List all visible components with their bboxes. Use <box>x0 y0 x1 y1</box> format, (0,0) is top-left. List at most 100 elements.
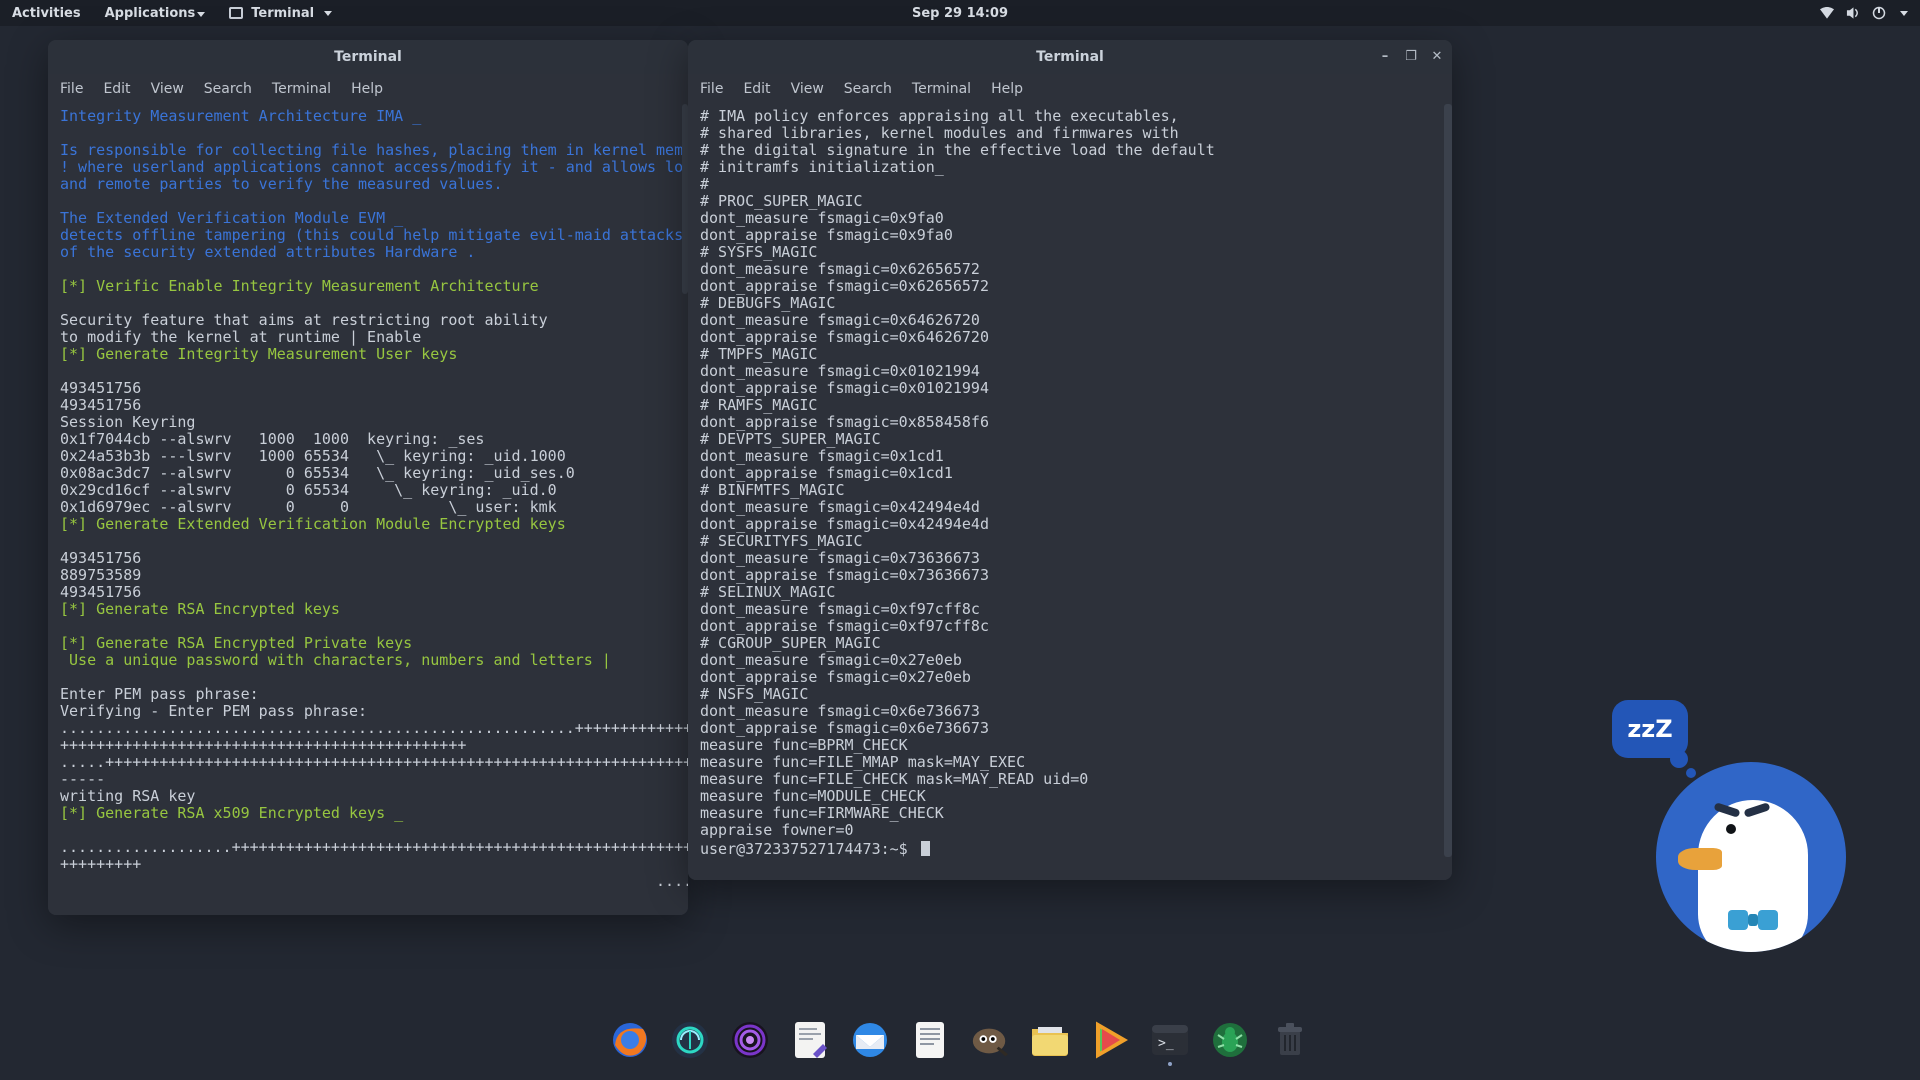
menu-file[interactable]: File <box>60 81 83 97</box>
activities-button[interactable]: Activities <box>12 6 81 21</box>
terminal-output[interactable]: # IMA policy enforces appraising all the… <box>688 104 1452 880</box>
term-line: writing RSA key <box>60 787 195 805</box>
term-line: dont_measure fsmagic=0x1cd1 <box>700 447 944 465</box>
menu-search[interactable]: Search <box>844 81 892 97</box>
dock-trash[interactable] <box>1270 1020 1310 1060</box>
term-line: # SELINUX_MAGIC <box>700 583 835 601</box>
chevron-down-icon[interactable] <box>1900 11 1908 16</box>
term-line: dont_appraise fsmagic=0x73636673 <box>700 566 989 584</box>
dash-dock: >_ <box>596 1012 1324 1068</box>
term-line: ...................+++++++++++++++++++++… <box>60 838 688 856</box>
menu-file[interactable]: File <box>700 81 723 97</box>
dock-tor-connect[interactable] <box>670 1020 710 1060</box>
menu-help[interactable]: Help <box>991 81 1023 97</box>
minimize-button[interactable]: – <box>1378 50 1392 64</box>
term-line: to modify the kernel at runtime | Enable <box>60 328 421 346</box>
applications-menu[interactable]: Applications <box>105 6 206 21</box>
chevron-down-icon <box>197 12 205 17</box>
menu-edit[interactable]: Edit <box>743 81 770 97</box>
dock-tor-browser[interactable] <box>730 1020 770 1060</box>
duck-bowtie-icon <box>1728 910 1778 930</box>
menu-view[interactable]: View <box>151 81 184 97</box>
window-titlebar[interactable]: Terminal – ❐ ✕ <box>688 40 1452 74</box>
menu-terminal[interactable]: Terminal <box>272 81 331 97</box>
terminal-app-icon <box>229 7 243 19</box>
term-line: dont_appraise fsmagic=0x27e0eb <box>700 668 971 686</box>
term-line: [*] Generate RSA Encrypted Private keys <box>60 634 412 652</box>
dock-media[interactable] <box>1090 1020 1130 1060</box>
dock-thunderbird[interactable] <box>850 1020 890 1060</box>
term-line: dont_measure fsmagic=0x62656572 <box>700 260 980 278</box>
term-line: ........................................… <box>60 719 688 737</box>
menu-edit[interactable]: Edit <box>103 81 130 97</box>
term-line: # IMA policy enforces appraising all the… <box>700 107 1179 125</box>
terminal-output[interactable]: Integrity Measurement Architecture IMA _… <box>48 104 688 915</box>
term-line: [*] Generate RSA x509 Encrypted keys _ <box>60 804 403 822</box>
snooze-text: zzZ <box>1627 715 1672 743</box>
clock[interactable]: Sep 29 14:09 <box>912 6 1008 21</box>
duck-circle-icon <box>1656 762 1846 952</box>
term-line: dont_appraise fsmagic=0x01021994 <box>700 379 989 397</box>
duck-pupil-icon <box>1726 824 1736 834</box>
volume-icon[interactable] <box>1846 6 1860 20</box>
shell-prompt: user@372337527174473:~$ <box>700 840 917 858</box>
term-line: +++++++++ <box>60 855 141 873</box>
applications-label: Applications <box>105 6 196 21</box>
dock-bug-report[interactable] <box>1210 1020 1250 1060</box>
term-line: # DEBUGFS_MAGIC <box>700 294 835 312</box>
current-app-label: Terminal <box>251 6 314 21</box>
menu-view[interactable]: View <box>791 81 824 97</box>
term-line: ----- <box>60 770 105 788</box>
close-button[interactable]: ✕ <box>1430 50 1444 64</box>
dock-firefox[interactable] <box>610 1020 650 1060</box>
term-line: # the digital signature in the effective… <box>700 141 1215 159</box>
dock-files[interactable] <box>1030 1020 1070 1060</box>
power-icon[interactable] <box>1872 6 1886 20</box>
term-line: dont_appraise fsmagic=0x62656572 <box>700 277 989 295</box>
term-line: measure func=MODULE_CHECK <box>700 787 926 805</box>
menu-help[interactable]: Help <box>351 81 383 97</box>
window-titlebar[interactable]: Terminal <box>48 40 688 74</box>
term-line: # TMPFS_MAGIC <box>700 345 817 363</box>
term-line: dont_measure fsmagic=0x9fa0 <box>700 209 944 227</box>
term-line: measure func=FILE_CHECK mask=MAY_READ ui… <box>700 770 1088 788</box>
term-line: # BINFMTFS_MAGIC <box>700 481 845 499</box>
term-line: 493451756 <box>60 583 141 601</box>
dock-documents[interactable] <box>910 1020 950 1060</box>
term-line: measure func=FIRMWARE_CHECK <box>700 804 944 822</box>
dock-terminal[interactable]: >_ <box>1150 1020 1190 1060</box>
dock-text-editor[interactable] <box>790 1020 830 1060</box>
current-app-menu[interactable]: Terminal <box>229 6 332 21</box>
dock-gimp[interactable] <box>970 1020 1010 1060</box>
term-line: and remote parties to verify the measure… <box>60 175 503 193</box>
term-line: dont_appraise fsmagic=0x6e736673 <box>700 719 989 737</box>
network-icon[interactable] <box>1820 6 1834 20</box>
term-line: dont_measure fsmagic=0xf97cff8c <box>700 600 980 618</box>
term-line: # <box>700 175 709 193</box>
term-line: dont_appraise fsmagic=0x9fa0 <box>700 226 953 244</box>
menu-search[interactable]: Search <box>204 81 252 97</box>
term-line: # RAMFS_MAGIC <box>700 396 817 414</box>
term-line: [*] Verific Enable Integrity Measurement… <box>60 277 539 295</box>
term-line: 0x29cd16cf --alswrv 0 65534 \_ keyring: … <box>60 481 557 499</box>
term-line: Security feature that aims at restrictin… <box>60 311 548 329</box>
term-line: 0x1f7044cb --alswrv 1000 1000 keyring: _… <box>60 430 484 448</box>
term-line: dont_measure fsmagic=0x01021994 <box>700 362 980 380</box>
term-line: Enter PEM pass phrase: <box>60 685 259 703</box>
menu-terminal[interactable]: Terminal <box>912 81 971 97</box>
term-line: of the security extended attributes Hard… <box>60 243 475 261</box>
maximize-button[interactable]: ❐ <box>1404 50 1418 64</box>
scrollbar-thumb[interactable] <box>1444 104 1452 857</box>
term-line: 493451756 <box>60 396 141 414</box>
term-line: # DEVPTS_SUPER_MAGIC <box>700 430 881 448</box>
term-line: ....... <box>60 872 688 890</box>
term-line: 0x1d6979ec --alswrv 0 0 \_ user: kmk <box>60 498 557 516</box>
terminal-window-right[interactable]: Terminal – ❐ ✕ File Edit View Search Ter… <box>688 40 1452 880</box>
top-panel: Activities Applications Terminal Sep 29 … <box>0 0 1920 26</box>
term-line: 889753589 <box>60 566 141 584</box>
term-line: [*] Generate Integrity Measurement User … <box>60 345 457 363</box>
terminal-window-left[interactable]: Terminal File Edit View Search Terminal … <box>48 40 688 915</box>
term-line: Session Keyring <box>60 413 195 431</box>
term-line: # SECURITYFS_MAGIC <box>700 532 863 550</box>
scrollbar[interactable] <box>1444 104 1452 872</box>
